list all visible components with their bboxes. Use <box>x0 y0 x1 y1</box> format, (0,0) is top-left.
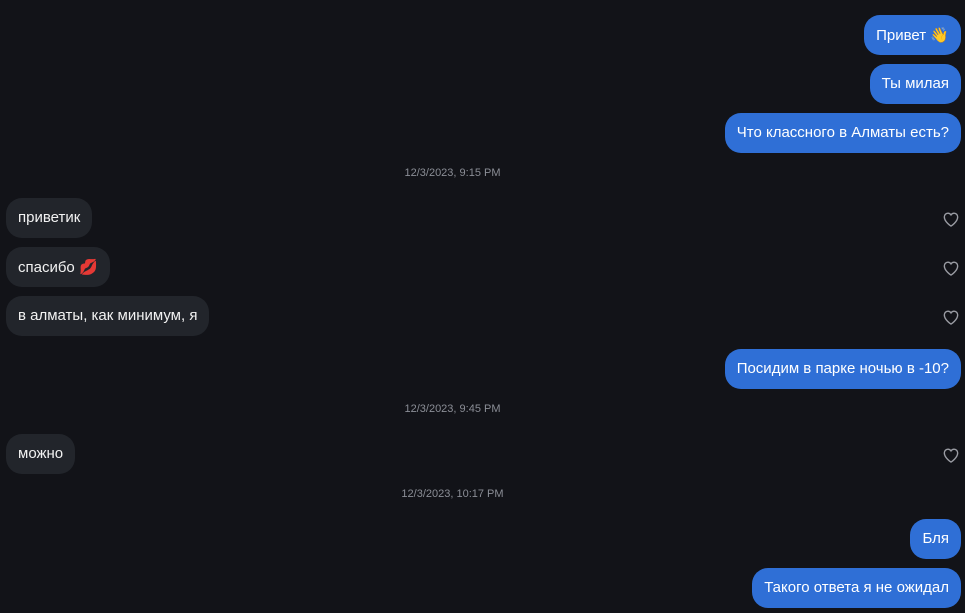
message-text: приветик <box>18 209 81 226</box>
incoming-message[interactable]: можно <box>6 434 76 474</box>
outgoing-message[interactable]: Такого ответа я не ожидал <box>752 568 961 608</box>
message-text: Бля <box>922 530 949 547</box>
heart-outline-icon[interactable] <box>941 307 961 327</box>
outgoing-message[interactable]: Что классного в Алматы есть? <box>724 113 961 153</box>
message-text: спасибо <box>18 259 75 276</box>
outgoing-message[interactable]: Ты милая <box>869 64 961 104</box>
message-text: Посидим в парке ночью в -10? <box>736 360 949 377</box>
incoming-message[interactable]: в алматы, как минимум, я <box>6 296 210 336</box>
incoming-message[interactable]: приветик <box>6 198 93 238</box>
outgoing-message[interactable]: Бля <box>910 519 961 559</box>
timestamp: 12/3/2023, 9:45 PM <box>404 403 501 415</box>
heart-outline-icon[interactable] <box>941 258 961 278</box>
timestamp: 12/3/2023, 9:15 PM <box>404 167 501 179</box>
waving-hand-emoji: 👋 <box>930 26 949 44</box>
chat-thread: Привет 👋 Ты милая Что классного в Алматы… <box>0 0 965 613</box>
kiss-mark-emoji: 💋 <box>78 258 98 276</box>
heart-outline-icon[interactable] <box>941 209 961 229</box>
message-text: Что классного в Алматы есть? <box>736 124 949 141</box>
incoming-message[interactable]: спасибо 💋 <box>6 247 110 287</box>
message-text: можно <box>18 445 64 462</box>
message-text: в алматы, как минимум, я <box>18 307 198 324</box>
message-text: Ты милая <box>881 75 949 92</box>
message-text: Такого ответа я не ожидал <box>764 579 949 596</box>
heart-outline-icon[interactable] <box>941 445 961 465</box>
timestamp: 12/3/2023, 10:17 PM <box>401 488 504 500</box>
message-text: Привет <box>876 27 927 44</box>
outgoing-message[interactable]: Посидим в парке ночью в -10? <box>724 349 961 389</box>
outgoing-message[interactable]: Привет 👋 <box>864 15 961 55</box>
